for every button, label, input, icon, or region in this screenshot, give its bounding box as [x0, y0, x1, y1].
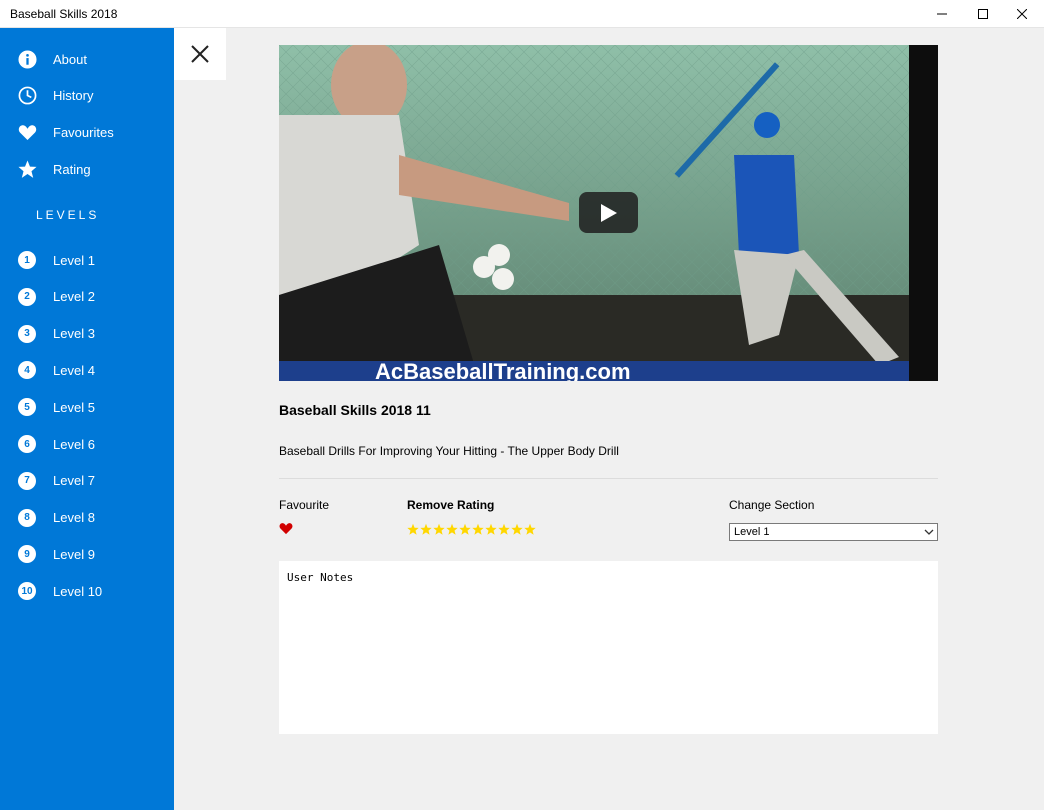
- video-watermark: AcBaseballTraining.com: [375, 359, 631, 381]
- sidebar-item-level-9[interactable]: 9 Level 9: [0, 537, 174, 571]
- level-number: 5: [18, 398, 36, 417]
- star-icon: [17, 159, 37, 179]
- sidebar-item-label: Level 3: [53, 326, 95, 342]
- star-icon[interactable]: [420, 523, 432, 536]
- star-icon[interactable]: [446, 523, 458, 536]
- close-icon: [191, 45, 209, 63]
- star-icon[interactable]: [433, 523, 445, 536]
- level-number-icon: 8: [17, 508, 37, 528]
- sidebar: About History Favourites Rating LEVELS 1…: [0, 28, 174, 810]
- star-icon[interactable]: [459, 523, 471, 536]
- level-number-icon: 7: [17, 471, 37, 491]
- clock-icon: [17, 85, 37, 105]
- level-number-icon: 5: [17, 397, 37, 417]
- sidebar-item-label: History: [53, 87, 94, 103]
- window-title: Baseball Skills 2018: [10, 7, 118, 21]
- favourite-heart-icon[interactable]: [279, 522, 293, 535]
- level-number-icon: 2: [17, 287, 37, 307]
- rating-stars: [407, 523, 536, 536]
- sidebar-item-label: About: [53, 51, 87, 67]
- remove-rating-button[interactable]: Remove Rating: [407, 498, 494, 512]
- sidebar-item-label: Level 1: [53, 252, 95, 268]
- minimize-icon: [937, 13, 947, 15]
- divider: [279, 478, 938, 479]
- sidebar-item-history[interactable]: History: [0, 78, 174, 112]
- sidebar-item-label: Level 5: [53, 399, 95, 415]
- sidebar-item-level-10[interactable]: 10 Level 10: [0, 574, 174, 608]
- video-player[interactable]: AcBaseballTraining.com: [279, 45, 938, 381]
- play-button[interactable]: [579, 192, 638, 233]
- sidebar-item-level-2[interactable]: 2 Level 2: [0, 280, 174, 314]
- video-title: Baseball Skills 2018 11: [279, 402, 431, 418]
- sidebar-item-label: Level 6: [53, 436, 95, 452]
- close-window-icon: [1017, 9, 1027, 19]
- level-number-icon: 3: [17, 324, 37, 344]
- sidebar-item-label: Level 9: [53, 546, 95, 562]
- favourite-label: Favourite: [279, 498, 330, 512]
- level-number-icon: 10: [17, 581, 37, 601]
- sidebar-item-favourites[interactable]: Favourites: [0, 115, 174, 149]
- sidebar-item-label: Level 2: [53, 289, 95, 305]
- info-icon: [17, 49, 37, 69]
- sidebar-item-level-6[interactable]: 6 Level 6: [0, 427, 174, 461]
- star-icon[interactable]: [498, 523, 510, 536]
- level-number: 9: [18, 545, 36, 564]
- sidebar-item-level-5[interactable]: 5 Level 5: [0, 390, 174, 424]
- level-number-icon: 9: [17, 544, 37, 564]
- levels-heading: LEVELS: [36, 208, 100, 222]
- level-number: 4: [18, 361, 36, 380]
- star-icon[interactable]: [472, 523, 484, 536]
- sidebar-item-about[interactable]: About: [0, 42, 174, 76]
- minimize-button[interactable]: [919, 0, 965, 28]
- sidebar-item-level-8[interactable]: 8 Level 8: [0, 501, 174, 535]
- sidebar-item-label: Level 7: [53, 473, 95, 489]
- user-notes-placeholder: User Notes: [287, 571, 354, 584]
- video-description: Baseball Drills For Improving Your Hitti…: [279, 444, 619, 458]
- level-number-icon: 4: [17, 360, 37, 380]
- star-icon[interactable]: [511, 523, 523, 536]
- level-number-icon: 1: [17, 250, 37, 270]
- title-bar: Baseball Skills 2018: [0, 0, 1044, 28]
- sidebar-item-label: Favourites: [53, 124, 114, 140]
- level-number: 6: [18, 435, 36, 453]
- star-icon[interactable]: [407, 523, 419, 536]
- maximize-icon: [978, 9, 988, 19]
- sidebar-item-label: Level 8: [53, 510, 95, 526]
- star-icon[interactable]: [485, 523, 497, 536]
- section-select-value: Level 1: [734, 526, 770, 538]
- sidebar-item-label: Rating: [53, 161, 91, 177]
- level-number: 2: [18, 287, 36, 306]
- level-number-icon: 6: [17, 434, 37, 454]
- section-select[interactable]: Level 1: [729, 523, 938, 541]
- level-number: 1: [18, 251, 36, 269]
- level-number: 10: [18, 582, 36, 601]
- heart-icon: [17, 122, 37, 142]
- change-section-label: Change Section: [729, 498, 815, 512]
- close-pane-button[interactable]: [174, 28, 226, 80]
- sidebar-item-label: Level 4: [53, 362, 95, 378]
- sidebar-item-label: Level 10: [53, 583, 103, 599]
- sidebar-item-level-3[interactable]: 3 Level 3: [0, 317, 174, 351]
- level-number: 7: [18, 471, 36, 490]
- sidebar-item-level-1[interactable]: 1 Level 1: [0, 243, 174, 277]
- sidebar-item-rating[interactable]: Rating: [0, 152, 174, 186]
- star-icon[interactable]: [524, 523, 536, 536]
- level-number: 8: [18, 508, 36, 527]
- sidebar-item-level-7[interactable]: 7 Level 7: [0, 464, 174, 498]
- chevron-down-icon: [924, 529, 934, 535]
- level-number: 3: [18, 324, 36, 343]
- sidebar-item-level-4[interactable]: 4 Level 4: [0, 353, 174, 387]
- close-window-button[interactable]: [999, 0, 1044, 28]
- user-notes-field[interactable]: User Notes: [279, 561, 938, 734]
- play-icon: [600, 203, 617, 222]
